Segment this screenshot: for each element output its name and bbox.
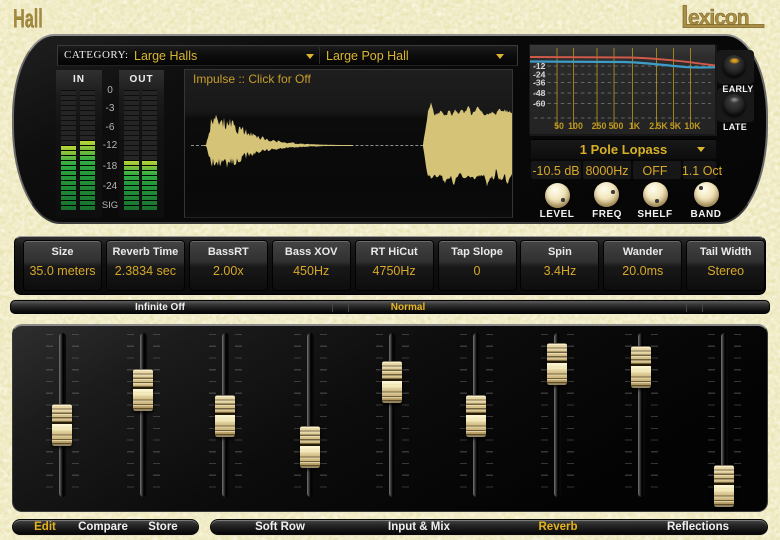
svg-text:-60: -60 xyxy=(533,99,546,109)
svg-text:-36: -36 xyxy=(533,78,546,88)
svg-text:1K: 1K xyxy=(629,121,641,131)
svg-text:2.5K: 2.5K xyxy=(649,121,668,131)
svg-text:50: 50 xyxy=(554,121,564,131)
svg-text:-48: -48 xyxy=(533,88,546,98)
svg-text:250: 250 xyxy=(592,121,607,131)
svg-text:exicon: exicon xyxy=(688,7,749,30)
svg-text:100: 100 xyxy=(568,121,583,131)
svg-text:10K: 10K xyxy=(684,121,701,131)
svg-text:500: 500 xyxy=(609,121,624,131)
svg-text:5K: 5K xyxy=(670,121,682,131)
